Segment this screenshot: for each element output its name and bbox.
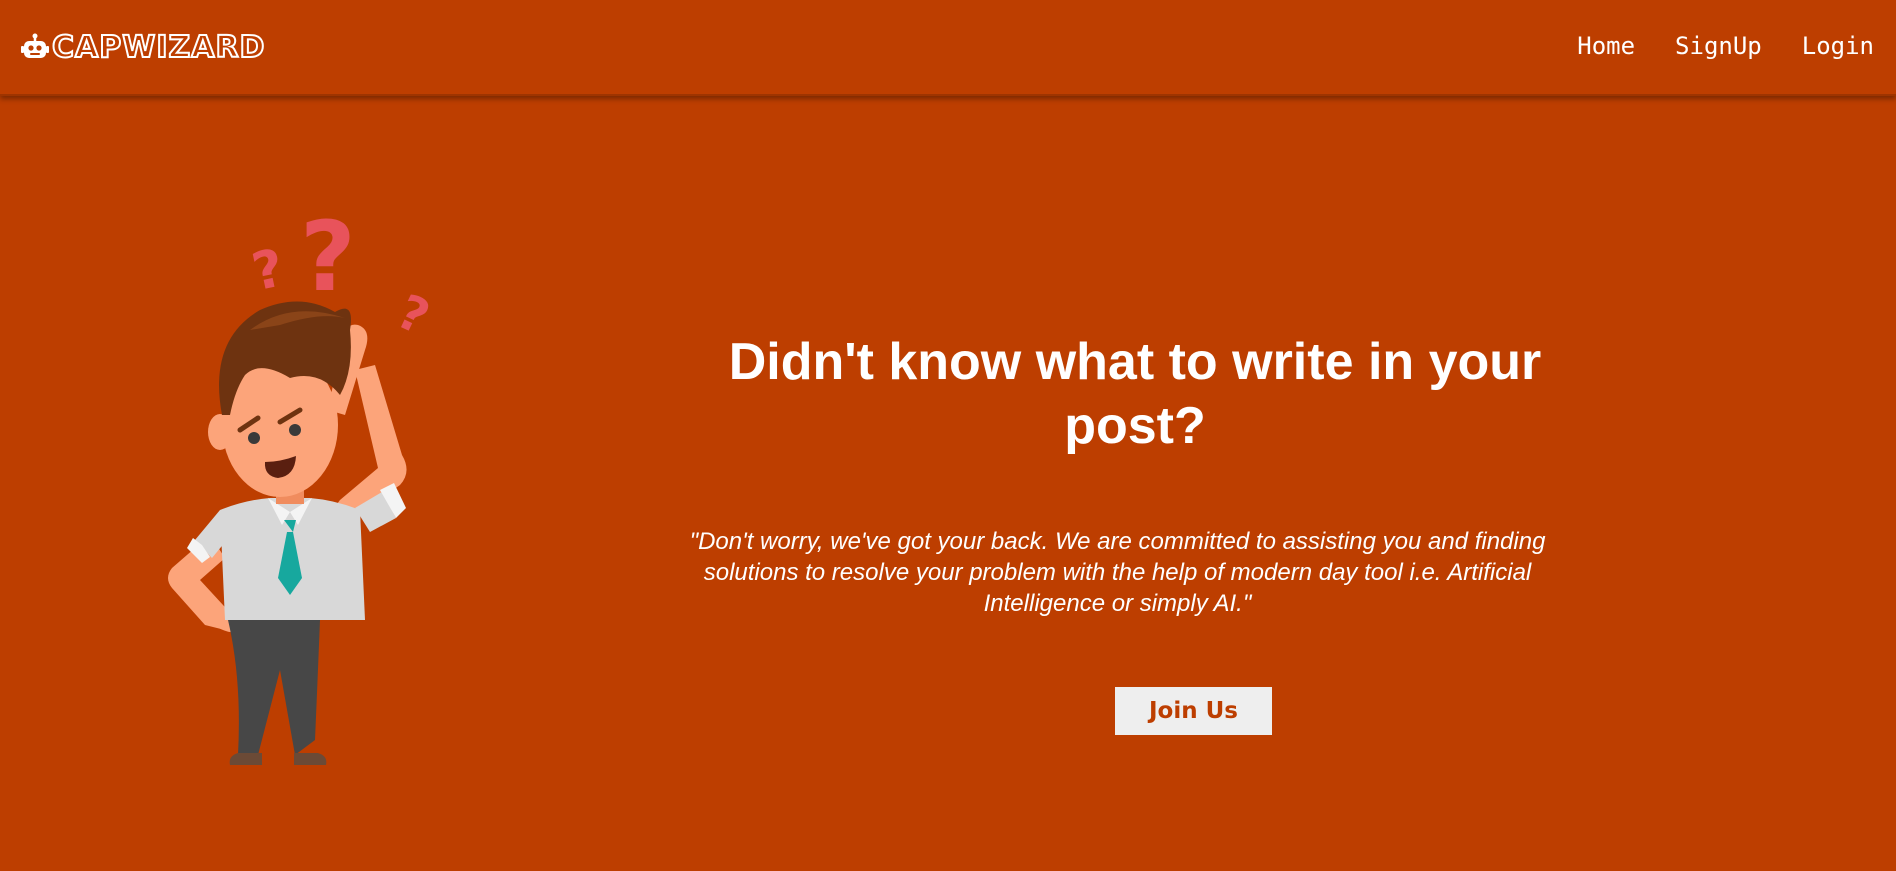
- join-us-button[interactable]: Join Us: [1115, 687, 1272, 735]
- brand-logo[interactable]: CAPWIZARD: [20, 28, 265, 68]
- brand-name: CAPWIZARD: [51, 29, 266, 66]
- nav-links: Home SignUp Login: [1577, 32, 1874, 60]
- nav-login-link[interactable]: Login: [1802, 32, 1874, 60]
- robot-icon: [20, 33, 50, 63]
- svg-text:?: ?: [300, 201, 356, 313]
- hero-quote: "Don't worry, we've got your back. We ar…: [689, 528, 1546, 617]
- confused-man-icon: ? ? ?: [150, 200, 480, 780]
- svg-text:?: ?: [247, 238, 289, 303]
- nav-home-link[interactable]: Home: [1577, 32, 1635, 60]
- hero-headline: Didn't know what to write in your post?: [728, 333, 1542, 455]
- nav-signup-link[interactable]: SignUp: [1675, 32, 1762, 60]
- svg-text:?: ?: [389, 284, 438, 347]
- navbar: CAPWIZARD Home SignUp Login: [0, 0, 1896, 96]
